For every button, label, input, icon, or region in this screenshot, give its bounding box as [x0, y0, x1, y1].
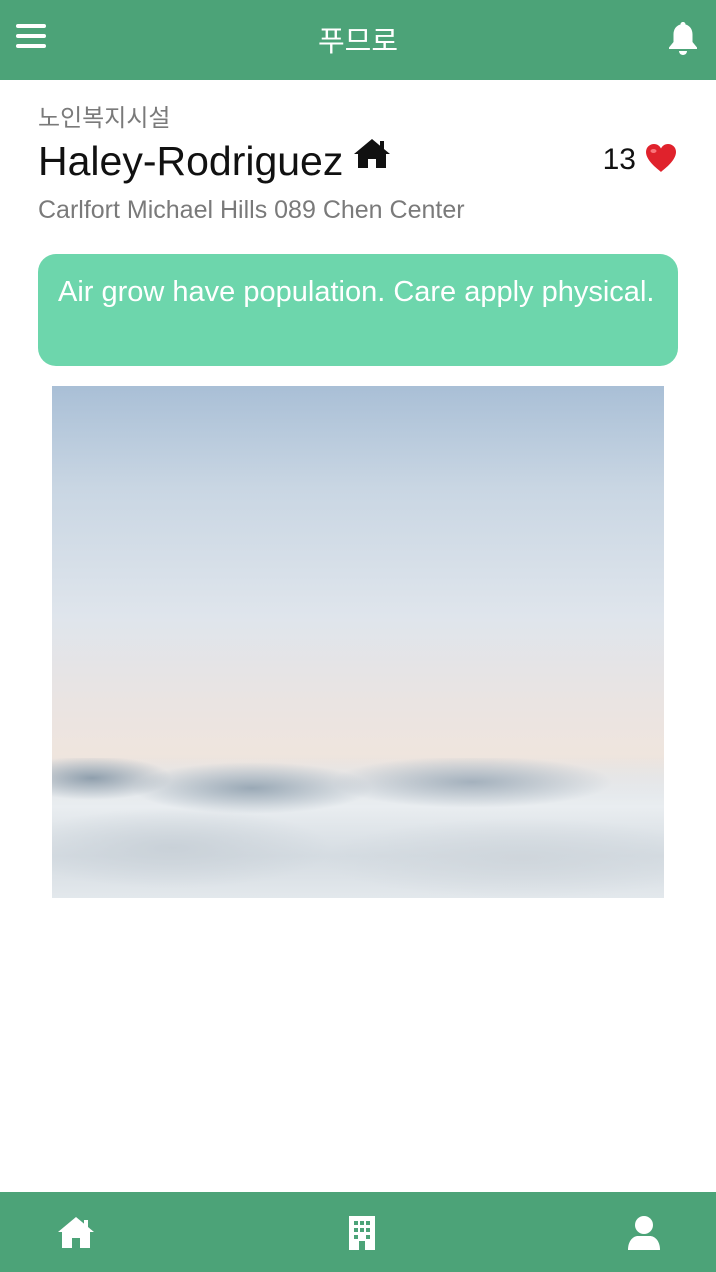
- cloud-layer: [52, 758, 664, 898]
- building-icon[interactable]: [342, 1214, 382, 1252]
- top-app-bar: 푸므로: [0, 0, 716, 80]
- facility-address: Carlfort Michael Hills 089 Chen Center: [38, 196, 465, 224]
- bottom-nav-bar: [0, 1192, 716, 1272]
- facility-photo: [52, 386, 664, 898]
- user-icon[interactable]: [624, 1214, 664, 1252]
- app-title: 푸므로: [317, 24, 399, 58]
- facility-name-row: Haley-Rodriguez 13: [38, 132, 678, 190]
- facility-name: Haley-Rodriguez: [38, 138, 344, 184]
- heart-icon[interactable]: [644, 142, 678, 178]
- like-counter[interactable]: 13: [603, 142, 678, 178]
- likes-count: 13: [602, 143, 636, 176]
- bell-icon[interactable]: [666, 20, 700, 56]
- facility-category: 노인복지시설: [38, 104, 171, 132]
- house-icon: [353, 137, 391, 171]
- home-icon[interactable]: [56, 1214, 96, 1252]
- facility-header: 노인복지시설 Haley-Rodriguez 13 Carlfort Micha…: [38, 98, 678, 225]
- message-bubble: Air grow have population. Care apply phy…: [38, 254, 678, 366]
